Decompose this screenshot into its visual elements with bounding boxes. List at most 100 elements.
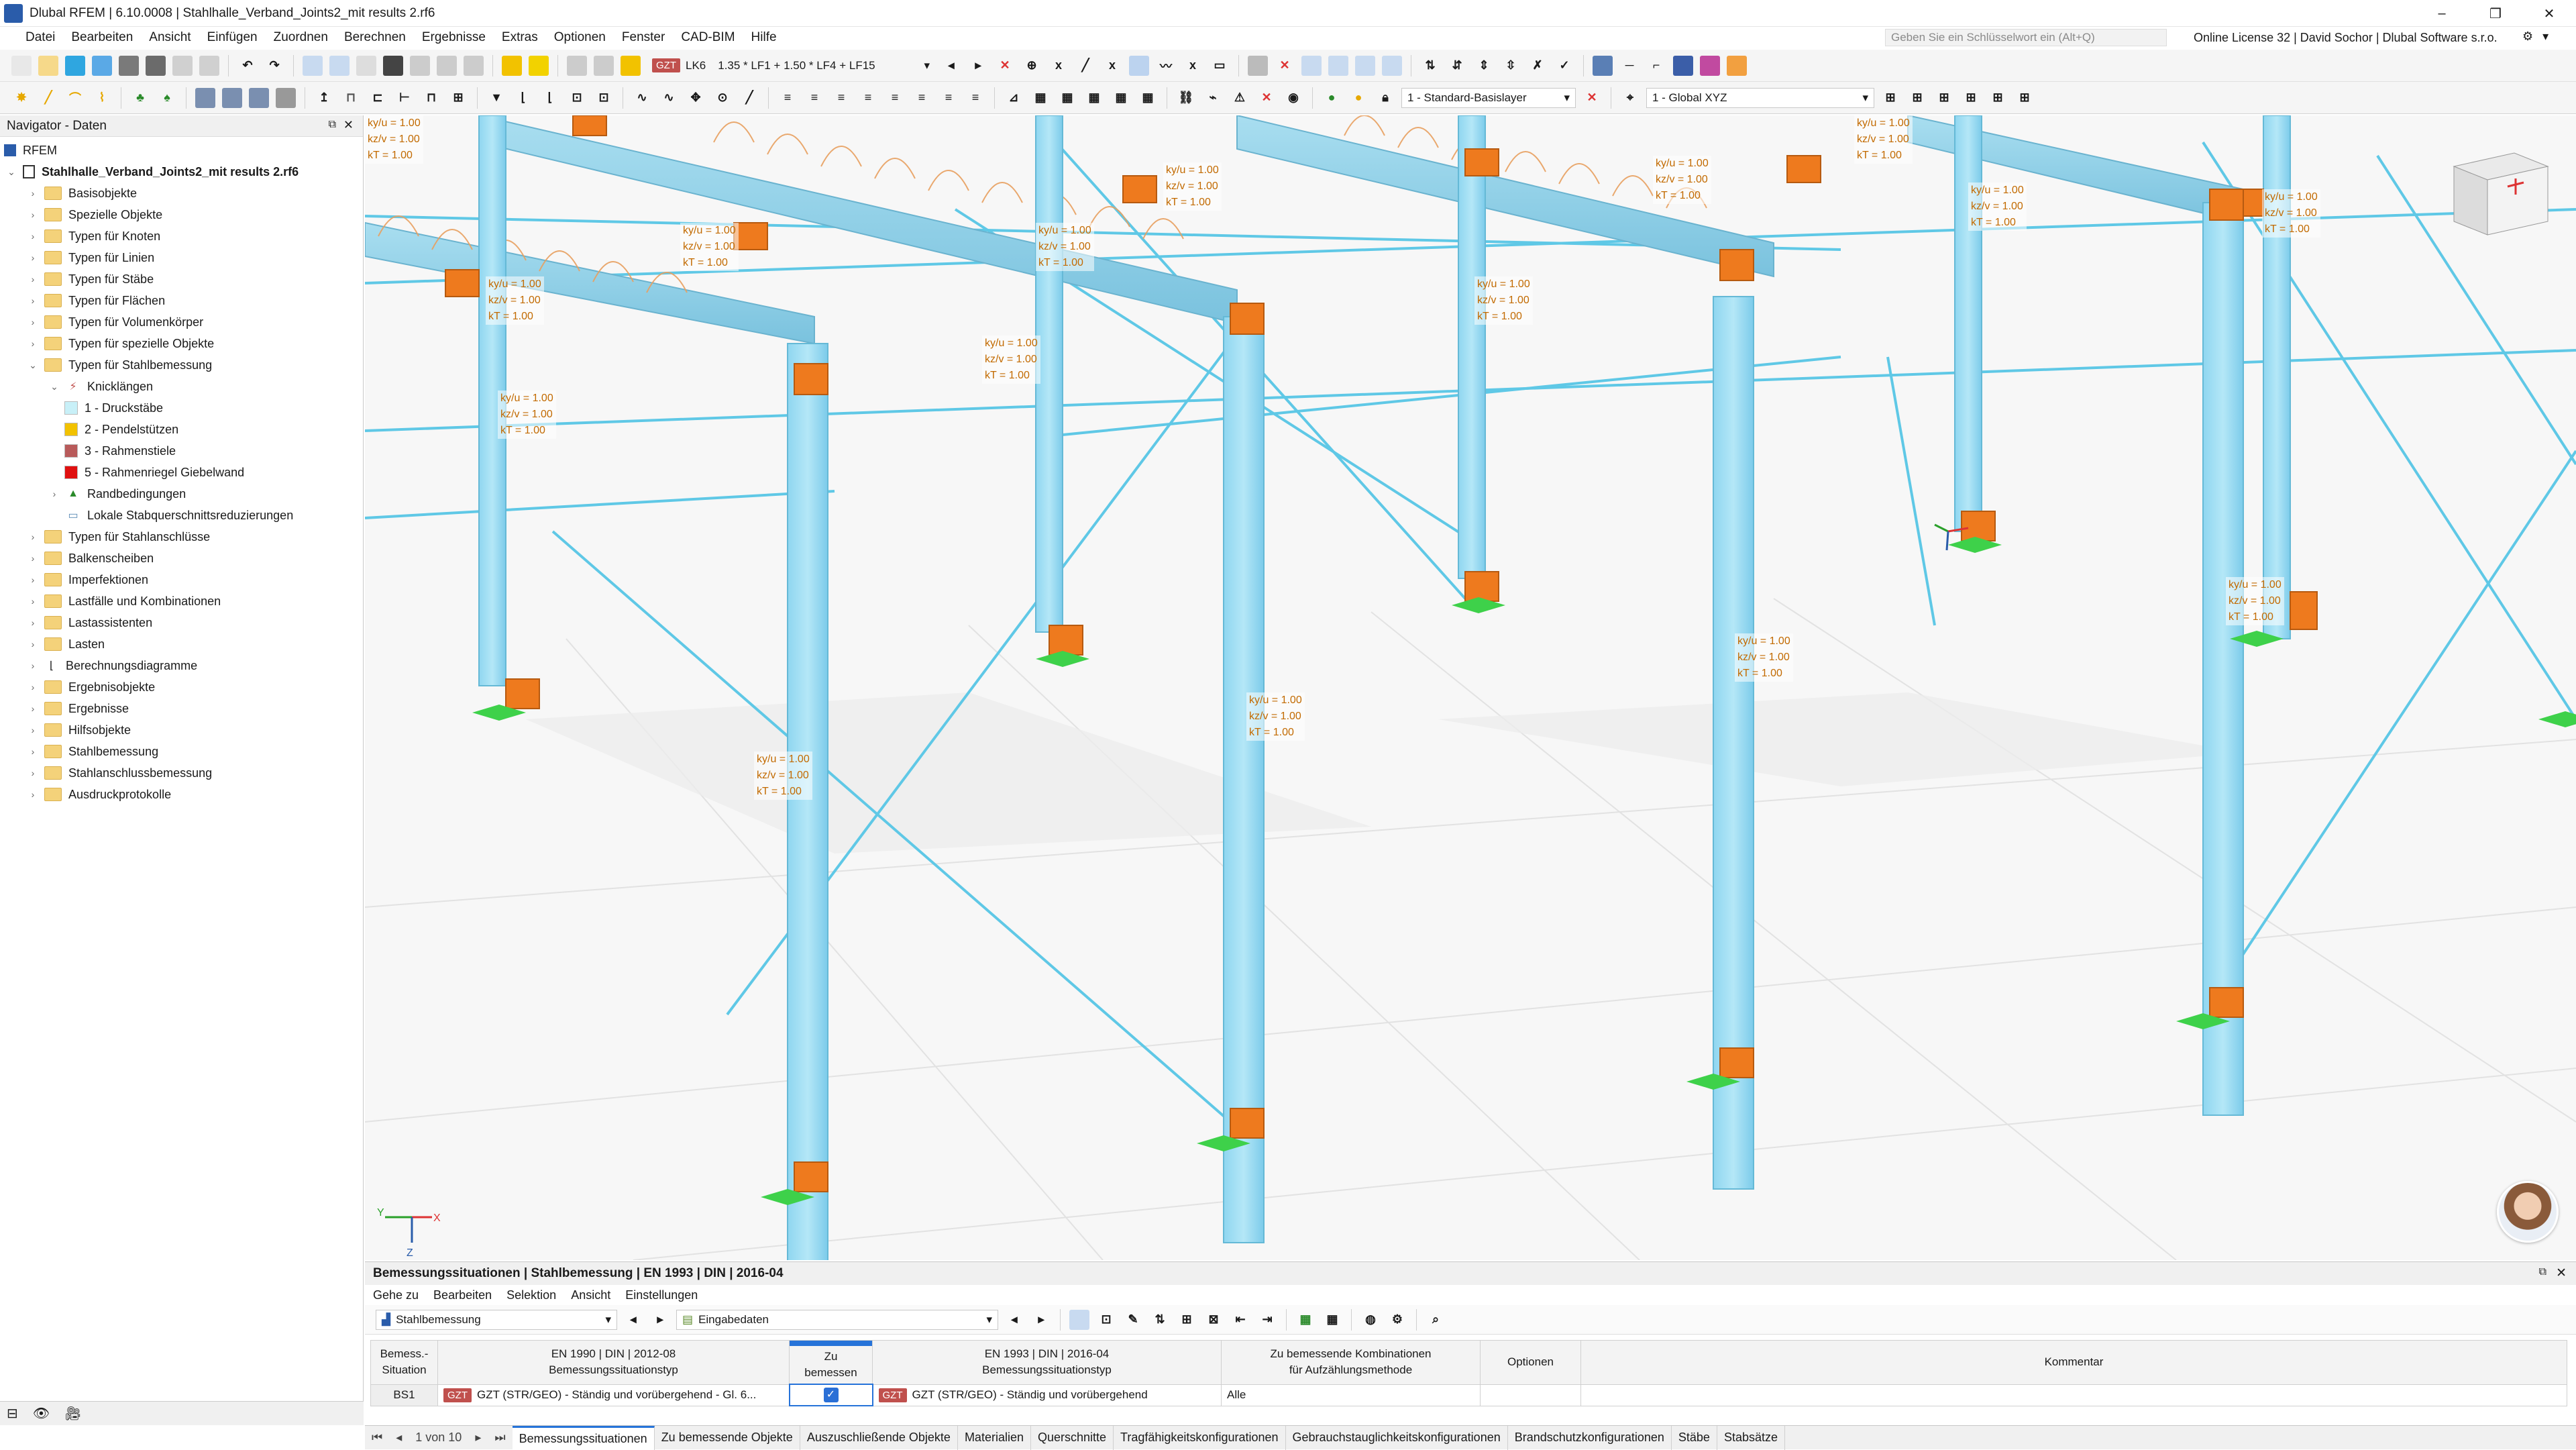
online-icon[interactable] <box>92 55 112 76</box>
link-icon[interactable]: ⛓ <box>1176 88 1196 108</box>
box4-icon[interactable] <box>1382 55 1402 76</box>
lock-icon[interactable]: 🔒︎ <box>1375 88 1395 108</box>
expand-icon[interactable]: › <box>27 231 39 242</box>
align-icon[interactable]: ≡ <box>777 88 798 108</box>
expand-icon[interactable]: › <box>27 188 39 199</box>
panel-menu-item[interactable]: Selektion <box>506 1288 556 1302</box>
wave2-icon[interactable]: ∿ <box>659 88 679 108</box>
tree-item[interactable]: › Typen für Flächen <box>0 290 363 311</box>
settings-table-icon[interactable]: ⚙ <box>1387 1310 1407 1330</box>
delete-row-icon[interactable]: ⊠ <box>1203 1310 1224 1330</box>
expand-icon[interactable]: › <box>27 295 39 306</box>
redo-icon[interactable]: ↷ <box>264 56 284 76</box>
close-icon[interactable]: ✕ <box>343 118 354 132</box>
tree-item[interactable]: › Ergebnisobjekte <box>0 676 363 698</box>
axis4-icon[interactable]: ⇳ <box>1501 56 1521 76</box>
snap-grid-icon[interactable]: ⊞ <box>1880 88 1900 108</box>
tree-icon[interactable]: ♣ <box>130 88 150 108</box>
frame-icon[interactable]: ⊓ <box>421 88 441 108</box>
move-row2-icon[interactable]: ⇥ <box>1257 1310 1277 1330</box>
insert-row-icon[interactable]: ⊞ <box>1177 1310 1197 1330</box>
filter-table-icon[interactable] <box>1069 1309 1089 1330</box>
axis2-icon[interactable]: ⇵ <box>1447 56 1467 76</box>
stack-icon[interactable] <box>437 55 457 76</box>
tree-item[interactable]: › Stahlanschlussbemessung <box>0 762 363 784</box>
menu-berechnen[interactable]: Berechnen <box>336 30 414 45</box>
tree-item[interactable]: 3 - Rahmenstiele <box>0 440 363 462</box>
cell-id[interactable]: BS1 <box>370 1384 438 1406</box>
align3-icon[interactable]: ≡ <box>831 88 851 108</box>
truss-icon[interactable]: ⊢ <box>394 88 415 108</box>
cell-comment[interactable] <box>1580 1384 2567 1406</box>
axis6-icon[interactable]: ✓ <box>1554 56 1574 76</box>
expand-icon[interactable]: › <box>27 574 39 585</box>
tab-materialien[interactable]: Materialien <box>958 1425 1031 1450</box>
col-header[interactable]: Zu bemessende Kombinationen für Aufzählun… <box>1221 1340 1481 1385</box>
snap2-icon[interactable]: ⊞ <box>1907 88 1927 108</box>
tab-gebrauchstauglichkeitskonfigurationen[interactable]: Gebrauchstauglichkeitskonfigurationen <box>1286 1425 1508 1450</box>
tree-item[interactable]: › Imperfektionen <box>0 569 363 590</box>
box2-icon[interactable] <box>1328 55 1348 76</box>
arrow-tool-icon[interactable]: ↥ <box>314 88 334 108</box>
values-icon[interactable]: x <box>1102 56 1122 76</box>
close-button[interactable]: ✕ <box>2522 0 2576 27</box>
tree-item[interactable]: › ▲ Randbedingungen <box>0 483 363 505</box>
coordinate-system-select[interactable]: 1 - Global XYZ ▾ <box>1646 87 1874 108</box>
col-header[interactable]: Zu bemessen <box>789 1340 873 1385</box>
model-icon[interactable] <box>410 55 430 76</box>
tree-item[interactable]: › Typen für Volumenkörper <box>0 311 363 333</box>
value-icon[interactable]: x <box>1049 56 1069 76</box>
cloud-icon[interactable] <box>65 55 85 76</box>
tree-file[interactable]: ⌄ Stahlhalle_Verband_Joints2_mit results… <box>0 161 363 183</box>
view-tool2-icon[interactable]: ▦ <box>1057 88 1077 108</box>
scale-icon[interactable]: x <box>1183 56 1203 76</box>
tree-item[interactable]: › Basisobjekte <box>0 183 363 204</box>
view-tool5-icon[interactable]: ▦ <box>1138 88 1158 108</box>
box-icon[interactable] <box>1301 55 1322 76</box>
data-tab-icon[interactable]: ⊟ <box>7 1405 18 1422</box>
cad-icon[interactable] <box>1700 55 1720 76</box>
member-icon[interactable]: ╱ <box>1075 56 1095 76</box>
camera-icon[interactable]: ◉ <box>1283 88 1303 108</box>
assistant-avatar[interactable] <box>2497 1181 2559 1243</box>
select-table-icon[interactable]: ⊡ <box>1096 1310 1116 1330</box>
grid-tool-icon[interactable]: ⊞ <box>448 88 468 108</box>
expand-icon[interactable]: › <box>27 274 39 284</box>
align2-icon[interactable]: ≡ <box>804 88 824 108</box>
account-icon[interactable]: ⚙ <box>2522 30 2533 44</box>
tree-item[interactable]: › Typen für Stahlanschlüsse <box>0 526 363 548</box>
move-icon[interactable]: ✥ <box>686 88 706 108</box>
next-icon[interactable]: ▸ <box>650 1310 670 1330</box>
axis-icon[interactable]: ⇅ <box>1420 56 1440 76</box>
panel-icon[interactable] <box>356 55 376 76</box>
menu-zuordnen[interactable]: Zuordnen <box>266 30 336 45</box>
dropdown-icon[interactable]: ▾ <box>2542 30 2548 44</box>
view-tool4-icon[interactable]: ▦ <box>1111 88 1131 108</box>
align6-icon[interactable]: ≡ <box>912 88 932 108</box>
solid-tool-icon[interactable] <box>249 87 269 108</box>
table-row[interactable]: BS1 GZT GZT (STR/GEO) - Ständig und vorüb… <box>370 1384 2567 1406</box>
collapse-icon[interactable]: ⌄ <box>5 166 17 178</box>
expand-icon[interactable]: › <box>27 703 39 714</box>
extend-icon[interactable]: ⌊ <box>540 88 560 108</box>
expand-icon[interactable]: › <box>27 553 39 564</box>
col-header[interactable]: EN 1990 | DIN | 2012-08 Bemessungssituati… <box>437 1340 790 1385</box>
table-icon[interactable] <box>303 55 323 76</box>
tree-item[interactable]: › Lastfälle und Kombinationen <box>0 590 363 612</box>
snap-icon[interactable]: ⌐ <box>1646 56 1666 76</box>
expand-icon[interactable]: › <box>27 746 39 757</box>
result-x-icon[interactable]: ✕ <box>995 56 1015 76</box>
panel-menu-item[interactable]: Bearbeiten <box>433 1288 492 1302</box>
expand-icon[interactable]: › <box>27 338 39 349</box>
deform-icon[interactable]: 〰 <box>1156 56 1176 76</box>
curve-icon[interactable]: ⌒ <box>65 88 85 108</box>
tree-item[interactable]: › Lastassistenten <box>0 612 363 633</box>
tree-item[interactable]: ⌄ Typen für Stahlbemessung <box>0 354 363 376</box>
align4-icon[interactable]: ≡ <box>858 88 878 108</box>
tree-item[interactable]: › Typen für Stäbe <box>0 268 363 290</box>
trim-icon[interactable]: ⌊ <box>513 88 533 108</box>
collapse-icon[interactable]: ⌄ <box>48 381 60 393</box>
tree-item[interactable]: › Typen für spezielle Objekte <box>0 333 363 354</box>
tab-bemessungssituationen[interactable]: Bemessungssituationen <box>512 1425 655 1450</box>
box3-icon[interactable] <box>1355 55 1375 76</box>
